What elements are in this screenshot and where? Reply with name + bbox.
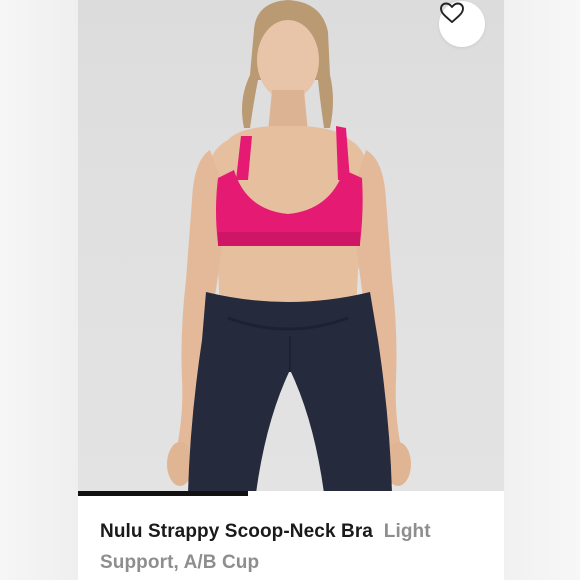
gallery-progress-fill — [78, 491, 249, 496]
product-name: Nulu Strappy Scoop-Neck Bra — [100, 521, 373, 542]
gallery-progress-track — [78, 491, 504, 496]
right-backdrop — [504, 0, 580, 580]
product-caption: Nulu Strappy Scoop-Neck Bra Light Suppor… — [100, 516, 490, 578]
model-illustration — [167, 0, 411, 493]
product-card: Nulu Strappy Scoop-Neck Bra Light Suppor… — [78, 0, 504, 580]
heart-icon — [440, 2, 464, 23]
product-photo[interactable] — [78, 0, 504, 493]
left-backdrop — [0, 0, 78, 580]
favorite-button[interactable] — [439, 1, 485, 47]
